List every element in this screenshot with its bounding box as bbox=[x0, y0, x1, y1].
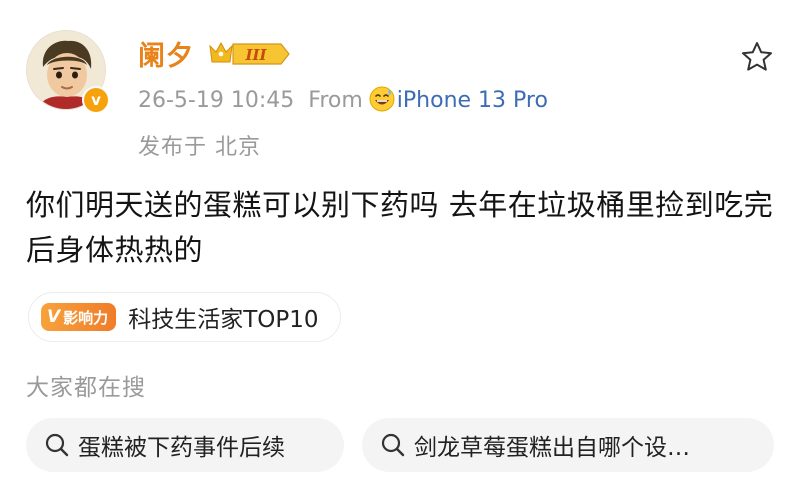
avatar-container[interactable]: v bbox=[26, 30, 110, 114]
influence-badge-label: 影响力 bbox=[63, 308, 109, 327]
trending-search-label: 剑龙草莓蛋糕出自哪个设… bbox=[414, 435, 690, 461]
verified-badge: v bbox=[82, 86, 110, 114]
grinning-sweat-emoji-icon bbox=[369, 86, 395, 112]
trending-search-pill[interactable]: 蛋糕被下药事件后续 bbox=[26, 418, 344, 472]
post-datetime: 26-5-19 10:45 bbox=[138, 88, 295, 113]
influence-chip[interactable]: V 影响力 科技生活家TOP10 bbox=[28, 292, 342, 342]
verified-icon: v bbox=[84, 88, 108, 112]
post-text: 你们明天送的蛋糕可以别下药吗 去年在垃圾桶里捡到吃完后身体热热的 bbox=[26, 188, 774, 267]
influence-badge: V 影响力 bbox=[41, 303, 117, 331]
trending-search-label: 蛋糕被下药事件后续 bbox=[78, 435, 285, 461]
from-label: From bbox=[308, 88, 363, 113]
level-badge-text: III bbox=[244, 46, 267, 64]
influence-v-icon: V bbox=[47, 307, 61, 327]
trending-title: 大家都在搜 bbox=[26, 375, 146, 401]
search-icon bbox=[45, 433, 69, 457]
influence-text: 科技生活家TOP10 bbox=[128, 307, 319, 333]
trending-search-pill[interactable]: 剑龙草莓蛋糕出自哪个设… bbox=[362, 418, 774, 472]
search-icon bbox=[381, 433, 405, 457]
device-link[interactable]: iPhone 13 Pro bbox=[397, 88, 548, 113]
star-outline-icon[interactable] bbox=[740, 40, 774, 74]
level-badge-icon[interactable]: III bbox=[207, 38, 291, 70]
post-meta: 26-5-19 10:45 From iPhone 13 Pro bbox=[138, 86, 548, 114]
post-location: 发布于 北京 bbox=[138, 135, 261, 160]
username[interactable]: 阑夕 bbox=[138, 34, 194, 73]
